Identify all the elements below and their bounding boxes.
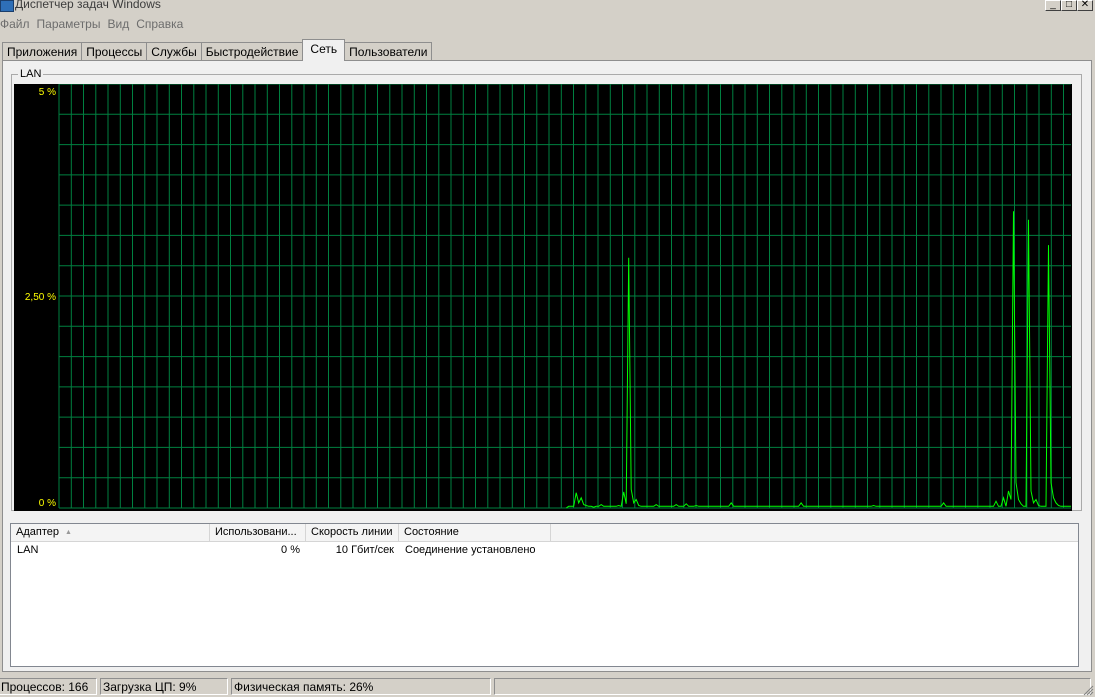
adapter-list[interactable]: Адаптер ▲ Использовани... Скорость линии … [10, 523, 1079, 667]
table-row[interactable]: LAN 0 % 10 Гбит/сек Соединение установле… [11, 542, 1078, 559]
tab-applications[interactable]: Приложения [2, 42, 83, 61]
column-adapter[interactable]: Адаптер ▲ [11, 524, 210, 541]
column-state[interactable]: Состояние [399, 524, 551, 541]
maximize-icon: □ [1065, 0, 1073, 10]
tab-users[interactable]: Пользователи [344, 42, 433, 61]
resize-grip-icon[interactable] [1082, 684, 1094, 696]
title-bar: Диспетчер задач Windows _ □ ✕ [0, 0, 1095, 12]
close-button[interactable]: ✕ [1077, 0, 1093, 11]
menu-view[interactable]: Вид [107, 15, 136, 33]
tab-services[interactable]: Службы [146, 42, 202, 61]
task-manager-app-icon [0, 0, 14, 12]
status-processes: Процессов: 166 [0, 678, 97, 695]
maximize-button[interactable]: □ [1061, 0, 1077, 11]
tab-strip: Приложения Процессы Службы Быстродействи… [2, 39, 433, 61]
sort-ascending-icon: ▲ [64, 529, 72, 536]
tab-processes[interactable]: Процессы [81, 42, 148, 61]
window-controls: _ □ ✕ [1045, 0, 1093, 12]
status-empty-pane [494, 678, 1091, 695]
cell-link-speed: 10 Гбит/сек [335, 544, 394, 556]
network-utilization-graph: 5 % 2,50 % 0 % [14, 84, 1072, 511]
status-bar: Процессов: 166 Загрузка ЦП: 9% Физическа… [0, 676, 1095, 697]
tab-networking[interactable]: Сеть [302, 39, 346, 61]
tab-performance[interactable]: Быстродействие [200, 42, 304, 61]
graph-canvas: 5 % 2,50 % 0 % [25, 84, 1071, 509]
cell-state: Соединение установлено [405, 544, 536, 556]
close-icon: ✕ [1080, 0, 1090, 10]
y-label-max: 5 % [39, 87, 56, 98]
menu-bar: Файл Параметры Вид Справка [0, 15, 190, 33]
window-title: Диспетчер задач Windows [15, 0, 161, 11]
menu-file[interactable]: Файл [0, 15, 37, 33]
minimize-button[interactable]: _ [1045, 0, 1061, 11]
status-cpu-load: Загрузка ЦП: 9% [100, 678, 228, 695]
column-link-speed[interactable]: Скорость линии [306, 524, 399, 541]
status-physical-memory: Физическая память: 26% [231, 678, 491, 695]
column-usage[interactable]: Использовани... [210, 524, 306, 541]
minimize-icon: _ [1050, 0, 1056, 10]
y-label-min: 0 % [39, 498, 56, 509]
adapter-list-header: Адаптер ▲ Использовани... Скорость линии … [11, 524, 1078, 542]
y-label-mid: 2,50 % [25, 292, 56, 303]
column-adapter-label: Адаптер [16, 526, 59, 538]
menu-options[interactable]: Параметры [37, 15, 108, 33]
cell-adapter: LAN [17, 544, 39, 556]
graph-grid [58, 84, 1071, 509]
menu-help[interactable]: Справка [136, 15, 190, 33]
cell-usage: 0 % [281, 544, 300, 556]
graph-group-label: LAN [18, 68, 44, 80]
